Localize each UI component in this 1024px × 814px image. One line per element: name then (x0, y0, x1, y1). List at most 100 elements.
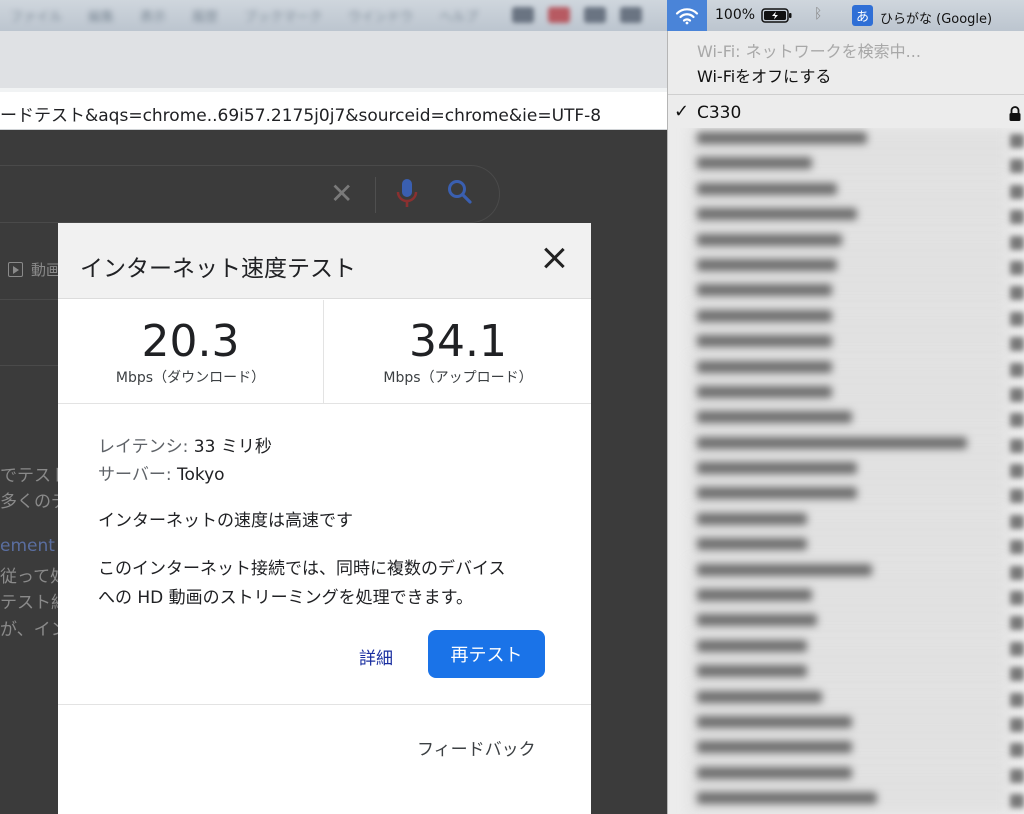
app-menu-history[interactable]: 履歴 (192, 6, 218, 25)
speed-metrics: 20.3 Mbps（ダウンロード） 34.1 Mbps（アップロード） (58, 300, 591, 404)
tab-video-label: 動画 (31, 261, 62, 279)
network-name: C330 (697, 103, 742, 123)
lock-icon (1010, 134, 1024, 148)
lock-icon (1010, 514, 1024, 529)
network-item[interactable] (668, 762, 1024, 788)
latency-row: レイテンシ: 33 ミリ秒 (98, 432, 272, 457)
network-item[interactable] (668, 254, 1024, 280)
status-icon[interactable] (620, 7, 642, 23)
network-item[interactable] (668, 128, 1024, 153)
network-item[interactable] (668, 585, 1024, 611)
network-item[interactable] (668, 153, 1024, 179)
app-menu-file[interactable]: ファイル (10, 6, 62, 25)
wifi-menu-extra[interactable] (667, 0, 707, 31)
status-icon[interactable] (512, 7, 534, 23)
input-source-icon[interactable]: あ (852, 5, 873, 26)
network-item[interactable] (668, 686, 1024, 712)
network-name-redacted (697, 385, 832, 398)
browser-tab-strip (0, 31, 667, 88)
network-item[interactable] (668, 178, 1024, 204)
network-item[interactable] (668, 610, 1024, 636)
network-item[interactable] (668, 711, 1024, 737)
upload-value: 34.1 (409, 316, 507, 367)
network-item[interactable] (668, 635, 1024, 661)
network-name-redacted (697, 487, 857, 500)
latency-label: レイテンシ: (98, 437, 189, 457)
network-name-redacted (697, 690, 822, 703)
lock-icon (1010, 743, 1024, 758)
bluetooth-icon[interactable]: ᛒ (814, 6, 822, 22)
network-name-redacted (697, 614, 817, 627)
network-item[interactable] (668, 280, 1024, 306)
lock-icon (1010, 311, 1024, 326)
network-item-current[interactable]: ✓ C330 (668, 101, 1024, 127)
network-item[interactable] (668, 661, 1024, 687)
network-name-redacted (697, 512, 807, 525)
network-item[interactable] (668, 559, 1024, 585)
network-item[interactable] (668, 458, 1024, 484)
network-item[interactable] (668, 534, 1024, 560)
battery-percent[interactable]: 100% (715, 7, 755, 23)
network-name-redacted (697, 182, 837, 195)
feedback-link[interactable]: フィードバック (417, 735, 536, 760)
app-menu-view[interactable]: 表示 (140, 6, 166, 25)
network-item[interactable] (668, 788, 1024, 814)
divider (0, 299, 60, 300)
latency-value: 33 ミリ秒 (193, 437, 272, 457)
menu-divider (668, 94, 1024, 95)
app-menu-bookmarks[interactable]: ブックマーク (244, 6, 322, 25)
network-name-redacted (697, 335, 832, 348)
tab-video[interactable]: 動画 (8, 259, 61, 280)
lock-icon (1010, 616, 1024, 631)
network-list (668, 128, 1024, 814)
network-item[interactable] (668, 356, 1024, 382)
network-item[interactable] (668, 381, 1024, 407)
input-source-name[interactable]: ひらがな (Google) (880, 8, 992, 27)
app-menu-edit[interactable]: 編集 (88, 6, 114, 25)
network-item[interactable] (668, 204, 1024, 230)
search-box[interactable] (0, 165, 500, 223)
app-menu-help[interactable]: ヘルプ (439, 6, 478, 25)
checkmark-icon: ✓ (674, 101, 690, 122)
network-item[interactable] (668, 508, 1024, 534)
microphone-icon[interactable] (395, 177, 419, 211)
network-name-redacted (697, 741, 852, 754)
status-icon[interactable] (584, 7, 606, 23)
lock-icon (1010, 438, 1024, 453)
speed-test-dialog: インターネット速度テスト 20.3 Mbps（ダウンロード） 34.1 Mbps… (58, 223, 591, 814)
lock-icon (1009, 106, 1021, 121)
network-name-redacted (697, 157, 812, 170)
lock-icon (1010, 362, 1024, 377)
clear-search-icon[interactable]: ✕ (330, 177, 353, 210)
lock-icon (1010, 794, 1024, 809)
status-icons-blurred (512, 7, 642, 23)
server-label: サーバー: (98, 465, 172, 485)
lock-icon (1010, 641, 1024, 656)
wifi-turn-off-item[interactable]: Wi-Fiをオフにする (697, 63, 831, 87)
network-item[interactable] (668, 305, 1024, 331)
divider (0, 365, 60, 366)
network-item[interactable] (668, 483, 1024, 509)
status-icon[interactable] (548, 7, 570, 23)
close-icon[interactable] (541, 245, 567, 271)
search-icon[interactable] (447, 179, 473, 205)
network-item[interactable] (668, 229, 1024, 255)
network-item[interactable] (668, 737, 1024, 763)
battery-charging-icon[interactable] (761, 8, 793, 23)
network-item[interactable] (668, 331, 1024, 357)
url-text[interactable]: ードテスト&aqs=chrome..69i57.2175j0j7&sourcei… (0, 101, 601, 126)
address-bar[interactable]: ードテスト&aqs=chrome..69i57.2175j0j7&sourcei… (0, 92, 667, 130)
network-name-redacted (697, 132, 867, 144)
lock-icon (1010, 210, 1024, 225)
network-name-redacted (697, 462, 857, 475)
server-row: サーバー: Tokyo (98, 460, 225, 485)
network-name-redacted (697, 589, 812, 602)
retest-button[interactable]: 再テスト (428, 630, 545, 678)
dialog-header: インターネット速度テスト (58, 223, 591, 299)
network-item[interactable] (668, 432, 1024, 458)
network-item[interactable] (668, 407, 1024, 433)
details-link[interactable]: 詳細 (359, 644, 393, 669)
network-name-redacted (697, 639, 807, 652)
app-menu-window[interactable]: ウインドウ (348, 6, 413, 25)
lock-icon (1010, 184, 1024, 199)
